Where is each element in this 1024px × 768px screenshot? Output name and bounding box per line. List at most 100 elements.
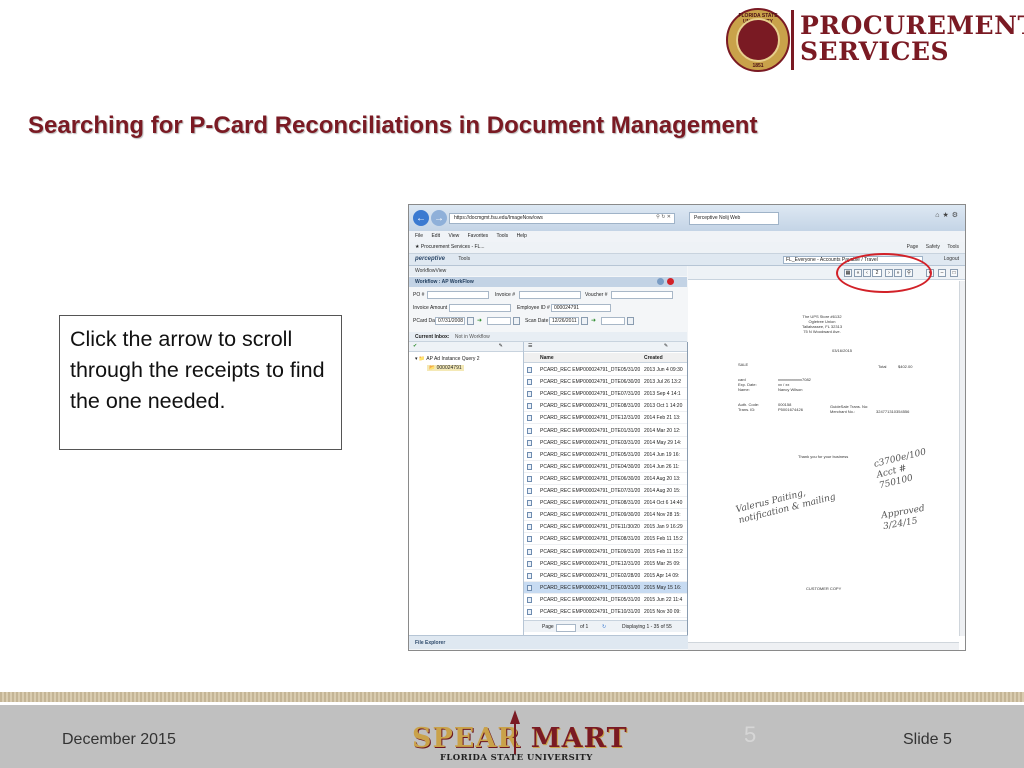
document-row[interactable]: PCARD_REC EMP000024791_DTE06/30/2014 2014… [524, 473, 687, 485]
pcard-date-from[interactable]: 07/31/2008 [435, 317, 465, 325]
tree-node-employee[interactable]: 📂 000024791 [427, 365, 464, 371]
scan-date-to[interactable] [601, 317, 625, 325]
voucher-field[interactable] [611, 291, 673, 299]
viewer-horizontal-scrollbar[interactable] [688, 642, 959, 650]
footer-slide-number: Slide 5 [903, 731, 952, 748]
address-bar-icons: ⚲ ↻ ✕ [656, 214, 671, 220]
folder-icon: ▾ 📁 [415, 356, 426, 362]
column-created[interactable]: Created [644, 355, 663, 361]
logo-subtitle: FLORIDA STATE UNIVERSITY [440, 753, 593, 763]
document-icon [527, 367, 532, 373]
favorite-link[interactable]: Procurement Services - FL... [421, 244, 485, 250]
document-created: 2015 Feb 11 15:2 [644, 548, 683, 555]
document-row[interactable]: PCARD_REC EMP000024791_DTE03/31/2014 2014… [524, 437, 687, 449]
panel-minimize-icon[interactable] [657, 278, 664, 285]
calendar-icon[interactable] [467, 317, 474, 325]
menu-help[interactable]: Help [517, 233, 527, 239]
document-created: 2014 Mar 20 12: [644, 427, 681, 434]
document-row[interactable]: PCARD_REC EMP000024791_DTE09/30/2014 2014… [524, 509, 687, 522]
document-row[interactable]: PCARD_REC EMP000024791_DTE06/30/2013 2013… [524, 376, 687, 389]
arrow-right-icon: ➜ [477, 318, 483, 324]
document-row[interactable]: PCARD_REC EMP000024791_DTE07/31/2013 2013… [524, 388, 687, 401]
seal-center [736, 18, 780, 62]
window-controls[interactable]: ⌂★⚙ [935, 211, 961, 219]
address-bar[interactable]: https://docmgmt.fsu.edu/ImageNow/ows ⚲ ↻… [449, 213, 675, 224]
calendar-icon[interactable] [581, 317, 588, 325]
calendar-icon[interactable] [627, 317, 634, 325]
document-icon [527, 512, 532, 519]
document-row[interactable]: PCARD_REC EMP000024791_DTE05/31/2013 2013… [524, 364, 687, 376]
cmd-page[interactable]: Page [907, 244, 919, 250]
calendar-icon[interactable] [513, 317, 520, 325]
document-name: PCARD_REC EMP000024791_DTE01/31/2014 [540, 427, 640, 434]
pcard-date-to[interactable] [487, 317, 511, 325]
handwritten-approval: Approved 3/24/15 [880, 503, 926, 533]
panel-close-icon[interactable] [667, 278, 674, 285]
document-row[interactable]: PCARD_REC EMP000024791_DTE08/31/2014 2015… [524, 533, 687, 546]
employee-id-field[interactable]: 000024791 [551, 304, 611, 312]
tree-node-query[interactable]: ▾ 📁 AP Ad Instance Query 2 [415, 356, 480, 362]
document-created: 2014 May 29 14: [644, 439, 682, 446]
document-icon [527, 560, 532, 567]
document-row[interactable]: PCARD_REC EMP000024791_DTE09/31/2014 2015… [524, 546, 687, 558]
workflow-header: Workflow : AP WorkFlow [409, 277, 687, 287]
minimize-icon[interactable]: – [938, 269, 946, 277]
document-name: PCARD_REC EMP000024791_DTE12/31/2014 [540, 560, 640, 567]
scan-date-from[interactable]: 12/26/2011 [549, 317, 579, 325]
viewer-vertical-scrollbar[interactable] [959, 281, 965, 636]
document-created: 2013 Jul 26 13:2 [644, 379, 681, 386]
document-row[interactable]: PCARD_REC EMP000024791_DTE10/31/2015 2015… [524, 606, 687, 618]
list-menu-icon[interactable]: ☰ [528, 343, 532, 349]
cmd-tools[interactable]: Tools [947, 244, 959, 250]
back-button[interactable]: ← [413, 210, 429, 226]
maximize-icon[interactable]: □ [950, 269, 958, 277]
invoice-amount-field[interactable] [449, 304, 511, 312]
receipt-date: 03/16/2015 [832, 348, 853, 353]
edit-icon[interactable]: ✎ [664, 343, 668, 349]
browser-tab[interactable]: Perceptive Nolij Web [689, 212, 779, 225]
document-row[interactable]: PCARD_REC EMP000024791_DTE04/30/2014 2014… [524, 461, 687, 473]
document-row[interactable]: PCARD_REC EMP000024791_DTE03/31/2015 2015… [524, 581, 687, 594]
pager-page-input[interactable] [556, 624, 576, 632]
refresh-icon[interactable]: ↻ [602, 624, 606, 630]
document-name: PCARD_REC EMP000024791_DTE10/31/2015 [540, 609, 640, 615]
document-icon [527, 475, 532, 482]
logout-link[interactable]: Logout [944, 256, 959, 262]
document-name: PCARD_REC EMP000024791_DTE08/31/2013 [540, 403, 640, 410]
menu-file[interactable]: File [415, 233, 423, 239]
document-created: 2015 Apr 14 09: [644, 572, 680, 579]
document-row[interactable]: PCARD_REC EMP000024791_DTE08/31/2014 2014… [524, 497, 687, 510]
document-name: PCARD_REC EMP000024791_DTE07/31/2014 [540, 488, 640, 494]
document-row[interactable]: PCARD_REC EMP000024791_DTE01/31/2014 2014… [524, 425, 687, 437]
favorites-star-icon[interactable]: ★ [415, 244, 419, 250]
document-row[interactable]: PCARD_REC EMP000024791_DTE12/31/2013 2014… [524, 412, 687, 425]
receipt-customer-copy: CUSTOMER COPY [806, 586, 842, 591]
current-inbox-value[interactable]: Not in Workflow [455, 334, 490, 340]
document-name: PCARD_REC EMP000024791_DTE11/30/2014 [540, 524, 640, 531]
document-row[interactable]: PCARD_REC EMP000024791_DTE07/31/2014 2014… [524, 485, 687, 497]
menu-favorites[interactable]: Favorites [468, 233, 489, 239]
document-row[interactable]: PCARD_REC EMP000024791_DTE12/31/2014 2015… [524, 558, 687, 570]
app-tools-menu[interactable]: Tools [458, 256, 470, 262]
invoice-field[interactable] [519, 291, 581, 299]
menu-edit[interactable]: Edit [431, 233, 440, 239]
document-row[interactable]: PCARD_REC EMP000024791_DTE05/31/2015 2015… [524, 594, 687, 606]
checkmark-icon[interactable]: ✔ [413, 343, 417, 349]
document-row[interactable]: PCARD_REC EMP000024791_DTE02/28/2015 2015… [524, 570, 687, 582]
document-created: 2014 Aug 20 15: [644, 488, 681, 494]
menu-tools[interactable]: Tools [496, 233, 508, 239]
logo-divider [791, 10, 794, 70]
menu-view[interactable]: View [448, 233, 459, 239]
column-name[interactable]: Name [540, 355, 554, 361]
document-icon [527, 548, 532, 555]
document-row[interactable]: PCARD_REC EMP000024791_DTE08/31/2013 2013… [524, 400, 687, 413]
document-row[interactable]: PCARD_REC EMP000024791_DTE05/31/2014 2014… [524, 449, 687, 461]
edit-icon[interactable]: ✎ [499, 343, 503, 349]
cmd-safety[interactable]: Safety [926, 244, 940, 250]
po-field[interactable] [427, 291, 489, 299]
document-row[interactable]: PCARD_REC EMP000024791_DTE11/30/2014 2015… [524, 521, 687, 534]
command-bar: Page Safety Tools [901, 244, 959, 250]
forward-button[interactable]: → [431, 210, 447, 226]
file-explorer-bar[interactable]: File Explorer [409, 635, 688, 649]
workflow-view-menu[interactable]: WorkflowView [409, 266, 687, 276]
